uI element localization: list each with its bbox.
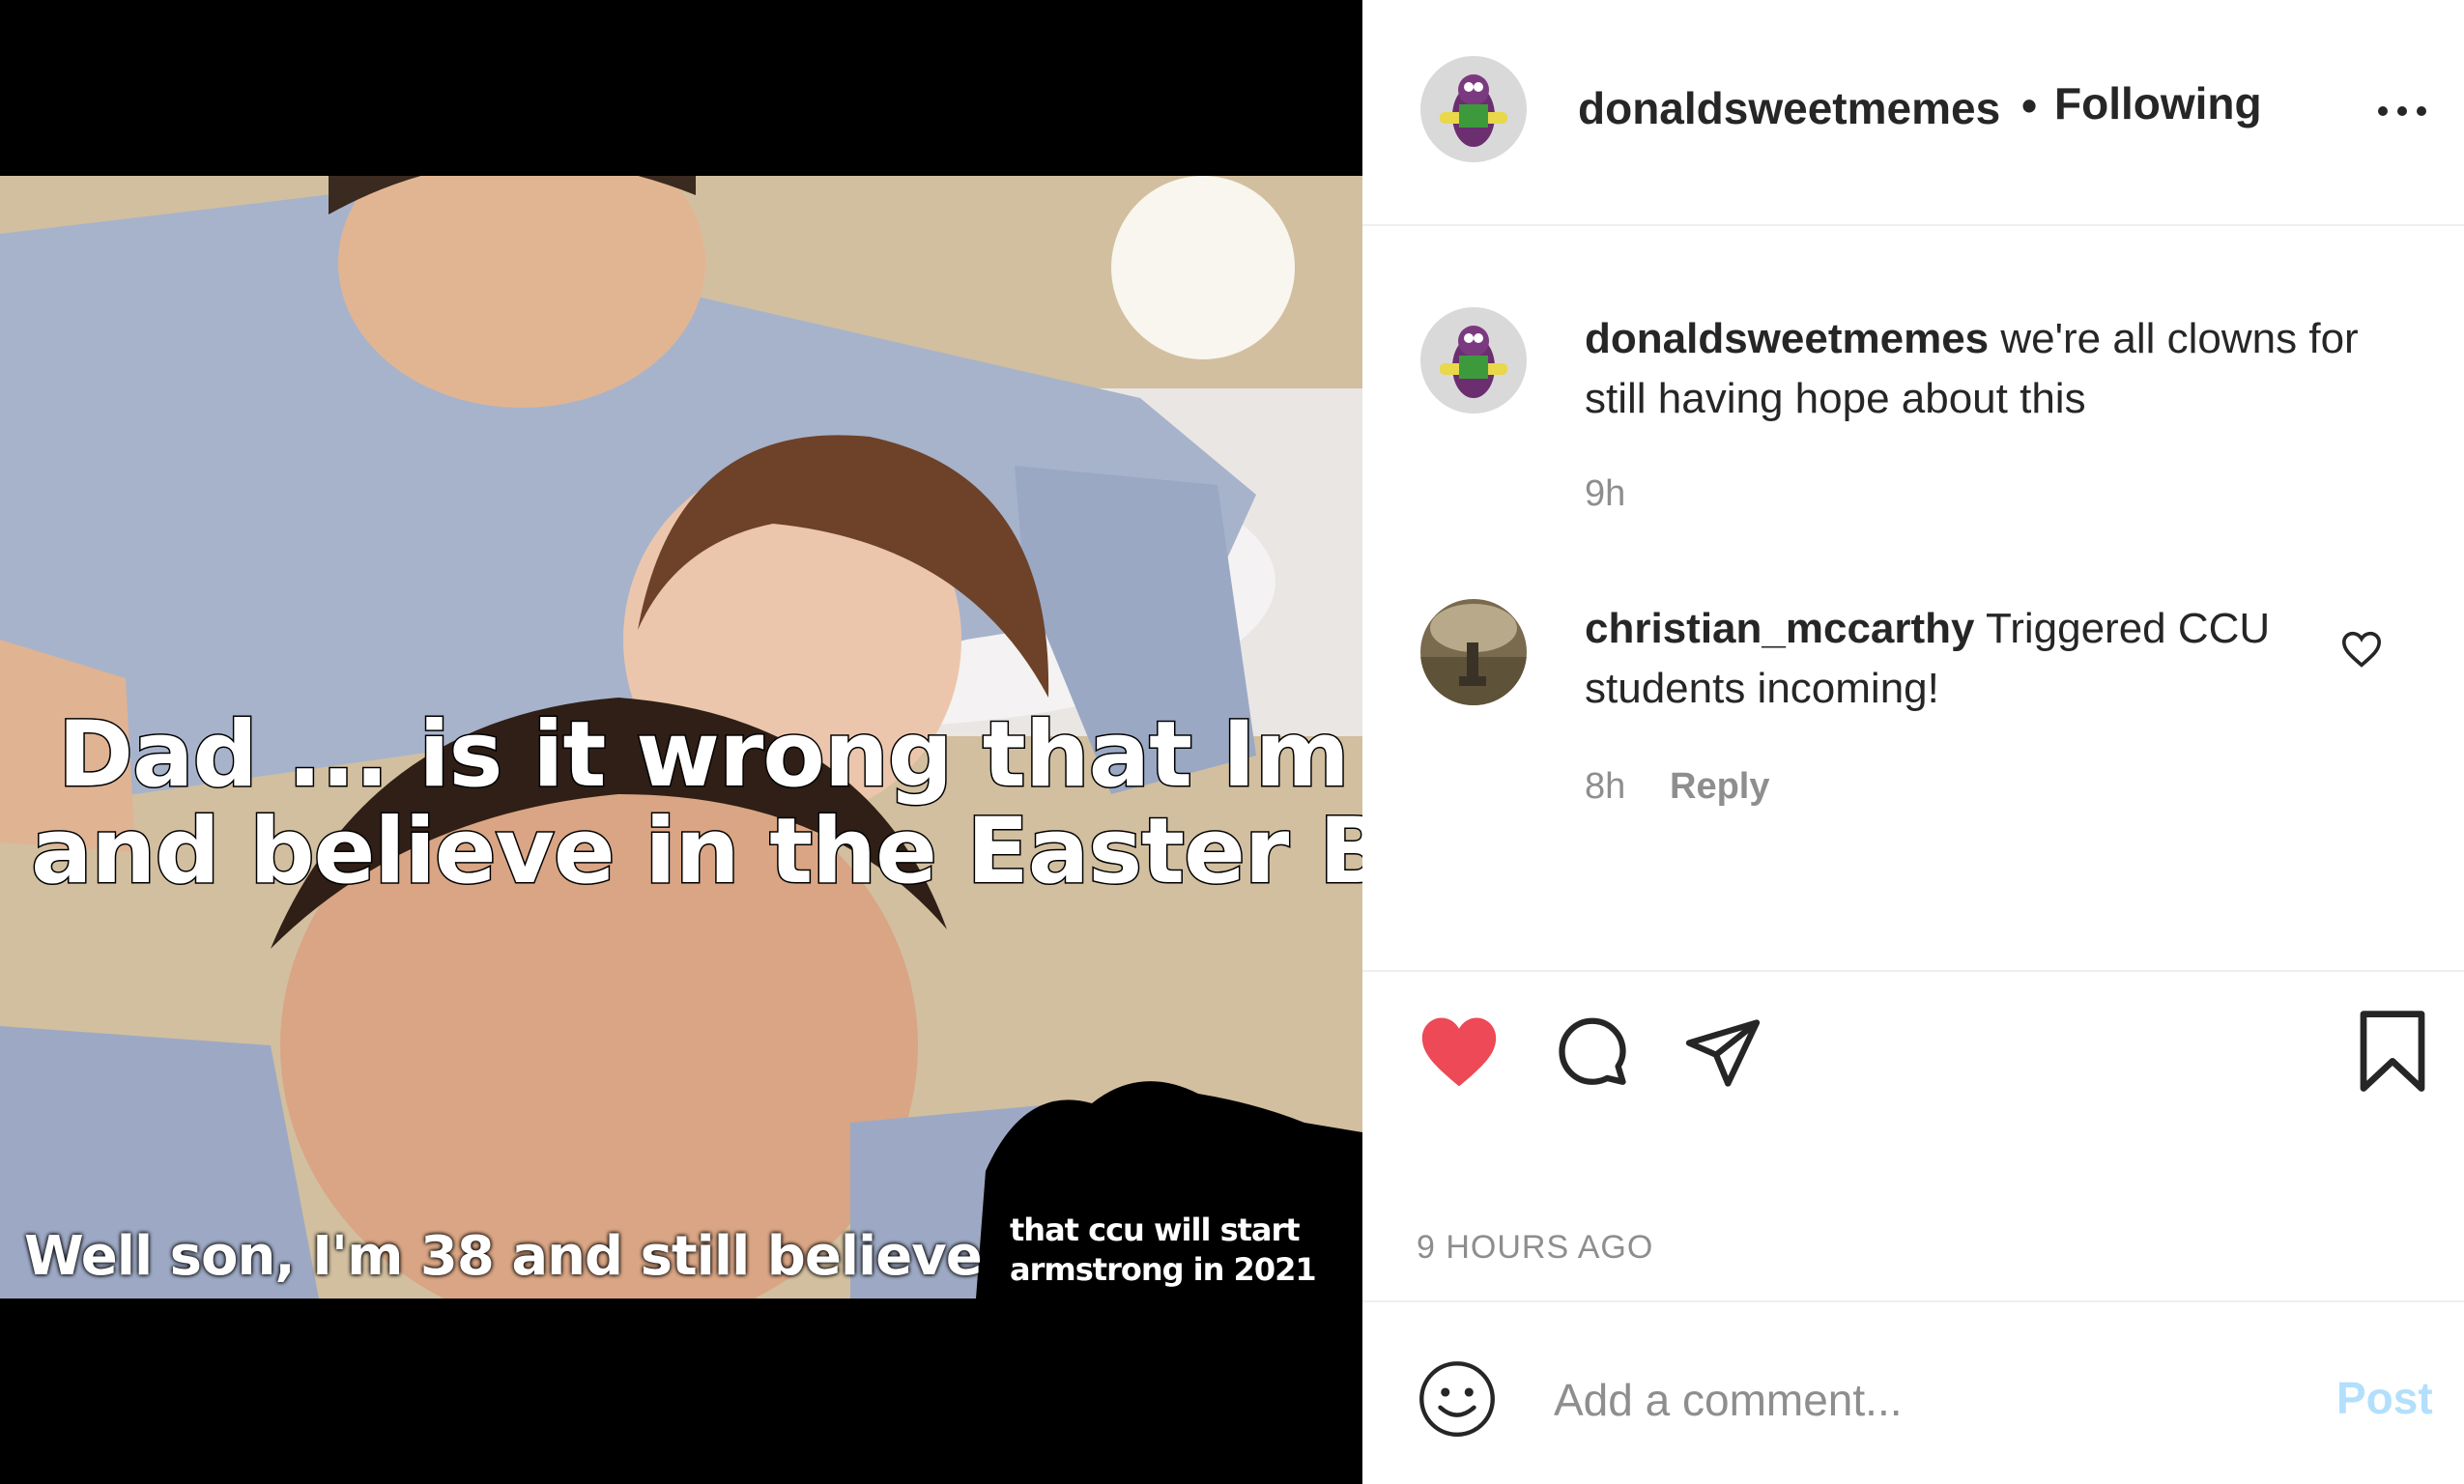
meme-image: Dad ... is it wrong that Im 14 and belie… — [0, 176, 1362, 1298]
reply-button[interactable]: Reply — [1670, 766, 1769, 808]
actions-divider — [1362, 970, 2464, 972]
meme-note-line2: armstrong in 2021 — [1010, 1251, 1317, 1288]
post-timestamp[interactable]: 9 HOURS AGO — [1417, 1229, 1653, 1267]
post-media[interactable]: Dad ... is it wrong that Im 14 and belie… — [0, 0, 1362, 1484]
comment-timestamp[interactable]: 8h — [1585, 766, 1625, 808]
header-avatar[interactable] — [1420, 56, 1527, 162]
heart-filled-icon[interactable] — [1417, 1013, 1502, 1090]
post-button[interactable]: Post — [2336, 1372, 2433, 1424]
commenter-avatar[interactable] — [1420, 599, 1527, 705]
following-button[interactable]: Following — [2054, 77, 2262, 129]
comment: christian_mccarthy Triggered CCU student… — [1585, 599, 2338, 719]
header-username[interactable]: donaldsweetmemes — [1578, 82, 2000, 134]
add-comment-input[interactable] — [1552, 1360, 2193, 1440]
heart-outline-icon[interactable] — [2340, 630, 2383, 669]
header-divider — [1362, 224, 2464, 226]
header-separator: • — [2021, 80, 2038, 130]
caption-avatar[interactable] — [1420, 307, 1527, 414]
comment-username[interactable]: christian_mccarthy — [1585, 605, 1975, 652]
more-options-icon[interactable] — [2373, 92, 2431, 130]
meme-caption-top-line2: and believe in the Easter Bunny? — [29, 798, 1362, 906]
meme-note-line1: that ccu will start — [1010, 1212, 1301, 1248]
caption-username[interactable]: donaldsweetmemes — [1585, 315, 1989, 362]
comment-icon[interactable] — [1551, 1013, 1634, 1094]
meme-caption-top-line1: Dad ... is it wrong that Im 14 — [56, 701, 1362, 810]
emoji-icon[interactable] — [1417, 1358, 1498, 1440]
bookmark-icon[interactable] — [2356, 1009, 2429, 1096]
share-icon[interactable] — [1681, 1013, 1764, 1094]
caption-timestamp[interactable]: 9h — [1585, 473, 1625, 515]
comment-box-divider — [1362, 1300, 2464, 1302]
meme-caption-bottom: Well son, I'm 38 and still believe — [24, 1225, 983, 1288]
caption: donaldsweetmemes we're all clowns for st… — [1585, 309, 2406, 429]
post-details-panel: donaldsweetmemes • Following donaldsweet… — [1362, 0, 2464, 1484]
